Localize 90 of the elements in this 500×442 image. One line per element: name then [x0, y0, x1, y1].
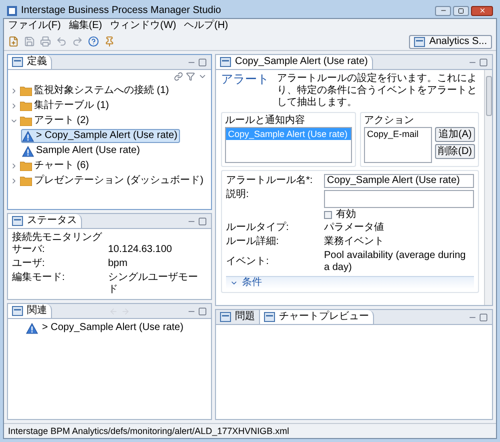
- warning-icon: [26, 322, 38, 334]
- undo-icon[interactable]: [56, 36, 67, 47]
- detail-value: 業務イベント: [324, 236, 385, 248]
- status-label: 編集モード:: [12, 272, 66, 285]
- warning-icon: [22, 146, 34, 156]
- panel-icon: [12, 306, 23, 316]
- detail-label: ルール詳細:: [226, 236, 280, 248]
- action-button[interactable]: 追加(A): [435, 127, 475, 142]
- group-title: ルールと通知内容: [225, 116, 306, 126]
- expander-icon[interactable]: [10, 117, 18, 125]
- expander-icon[interactable]: [10, 87, 18, 95]
- group-title: アクション: [364, 116, 415, 126]
- folder-icon: [20, 86, 32, 96]
- folder-icon: [20, 161, 32, 171]
- close-button[interactable]: [471, 6, 493, 16]
- close-icon: [478, 7, 486, 14]
- save-icon[interactable]: [24, 36, 35, 47]
- expander-icon[interactable]: [10, 177, 18, 185]
- window-title: Interstage Business Process Manager Studio: [21, 6, 222, 16]
- panel-icon: [220, 312, 231, 322]
- status-value: bpm: [108, 258, 128, 270]
- detail-label: イベント:: [226, 256, 270, 268]
- expander-icon[interactable]: [10, 102, 18, 110]
- editor-description: アラートルールの設定を行います。これにより、特定の条件に合うイベントをアラートとして抽出します。: [277, 73, 478, 109]
- maximize-button[interactable]: [453, 6, 469, 16]
- expander-icon[interactable]: [10, 162, 18, 170]
- maximize-icon[interactable]: [479, 58, 488, 66]
- field-label: アラートルール名*:: [226, 176, 314, 186]
- status-value: 10.124.63.100: [108, 244, 173, 256]
- tree-item[interactable]: Sample Alert (Use rate): [21, 144, 143, 158]
- action-button[interactable]: 削除(D): [435, 144, 475, 159]
- status-label: 接続先モニタリングサーバ:: [12, 232, 103, 256]
- menu-item[interactable]: ファイル(F): [8, 21, 61, 31]
- panel-tab[interactable]: ステータス: [8, 214, 82, 228]
- section-header[interactable]: 条件: [226, 276, 474, 289]
- folder-icon: [20, 176, 32, 186]
- folder-icon: [20, 101, 32, 111]
- related-item[interactable]: > Copy_Sample Alert (Use rate): [8, 321, 211, 335]
- status-label: ユーザ:: [12, 258, 46, 270]
- description-field[interactable]: [324, 190, 474, 208]
- menu-item[interactable]: 編集(E): [68, 21, 102, 31]
- panel-tab[interactable]: 定義: [8, 55, 52, 69]
- tree-item[interactable]: プレゼンテーション (ダッシュボード): [9, 174, 206, 188]
- panel-icon: [12, 57, 23, 67]
- detail-value: パラメータ値: [324, 222, 385, 234]
- app-icon: [7, 6, 17, 16]
- panel-tab[interactable]: 関連: [8, 304, 52, 318]
- view-menu-icon[interactable]: [198, 72, 207, 81]
- link-icon[interactable]: [174, 72, 183, 81]
- tree-item[interactable]: 監視対象システムへの接続 (1): [9, 84, 172, 98]
- field-label: 説明:: [226, 190, 250, 200]
- panel-icon: [264, 312, 275, 322]
- maximize-icon[interactable]: [198, 306, 207, 316]
- checkbox-label: 有効: [336, 210, 356, 220]
- minimize-button[interactable]: [435, 6, 451, 16]
- maximize-icon[interactable]: [198, 58, 207, 66]
- detail-value: Pool availability (average during a day): [324, 250, 467, 274]
- warning-icon: [22, 130, 34, 142]
- menu-item[interactable]: ヘルプ(H): [184, 21, 228, 31]
- maximize-icon: [458, 8, 464, 14]
- pin-icon[interactable]: [104, 36, 115, 47]
- redo-icon[interactable]: [72, 36, 83, 47]
- maximize-icon[interactable]: [198, 216, 207, 226]
- menu-item[interactable]: ウィンドウ(W): [110, 21, 176, 31]
- status-value: シングルユーザモード: [108, 272, 199, 296]
- print-icon[interactable]: [40, 36, 51, 47]
- editor-heading: アラート: [221, 73, 269, 88]
- tree-item[interactable]: 集計テーブル (1): [9, 99, 112, 113]
- minimize-icon: [440, 7, 446, 14]
- panel-icon: [414, 36, 426, 46]
- panel-icon: [220, 57, 231, 67]
- list-item[interactable]: Copy_E-mail: [365, 128, 432, 140]
- maximize-icon[interactable]: [479, 312, 488, 322]
- folder-icon: [20, 116, 32, 126]
- panel-tab[interactable]: チャートプレビュー: [260, 310, 374, 324]
- tree-item[interactable]: チャート (6): [9, 159, 92, 173]
- name-field[interactable]: Copy_Sample Alert (Use rate): [324, 174, 474, 188]
- panel-icon: [12, 216, 23, 226]
- help-icon[interactable]: [88, 36, 99, 47]
- detail-label: ルールタイプ:: [226, 222, 290, 234]
- filter-icon[interactable]: [186, 72, 195, 81]
- checkbox[interactable]: [324, 211, 332, 219]
- expander-icon[interactable]: [230, 279, 238, 287]
- tree-item[interactable]: > Copy_Sample Alert (Use rate): [21, 129, 180, 143]
- new-file-icon[interactable]: [8, 36, 19, 47]
- scrollbar[interactable]: [484, 70, 492, 305]
- panel-tab[interactable]: Copy_Sample Alert (Use rate): [216, 55, 373, 69]
- perspective-button[interactable]: Analytics S...: [409, 34, 492, 48]
- status-bar-text: Interstage BPM Analytics/defs/monitoring/alert/ALD_177XHVNIGB.xml: [8, 426, 290, 436]
- tree-item[interactable]: アラート (2): [9, 114, 92, 128]
